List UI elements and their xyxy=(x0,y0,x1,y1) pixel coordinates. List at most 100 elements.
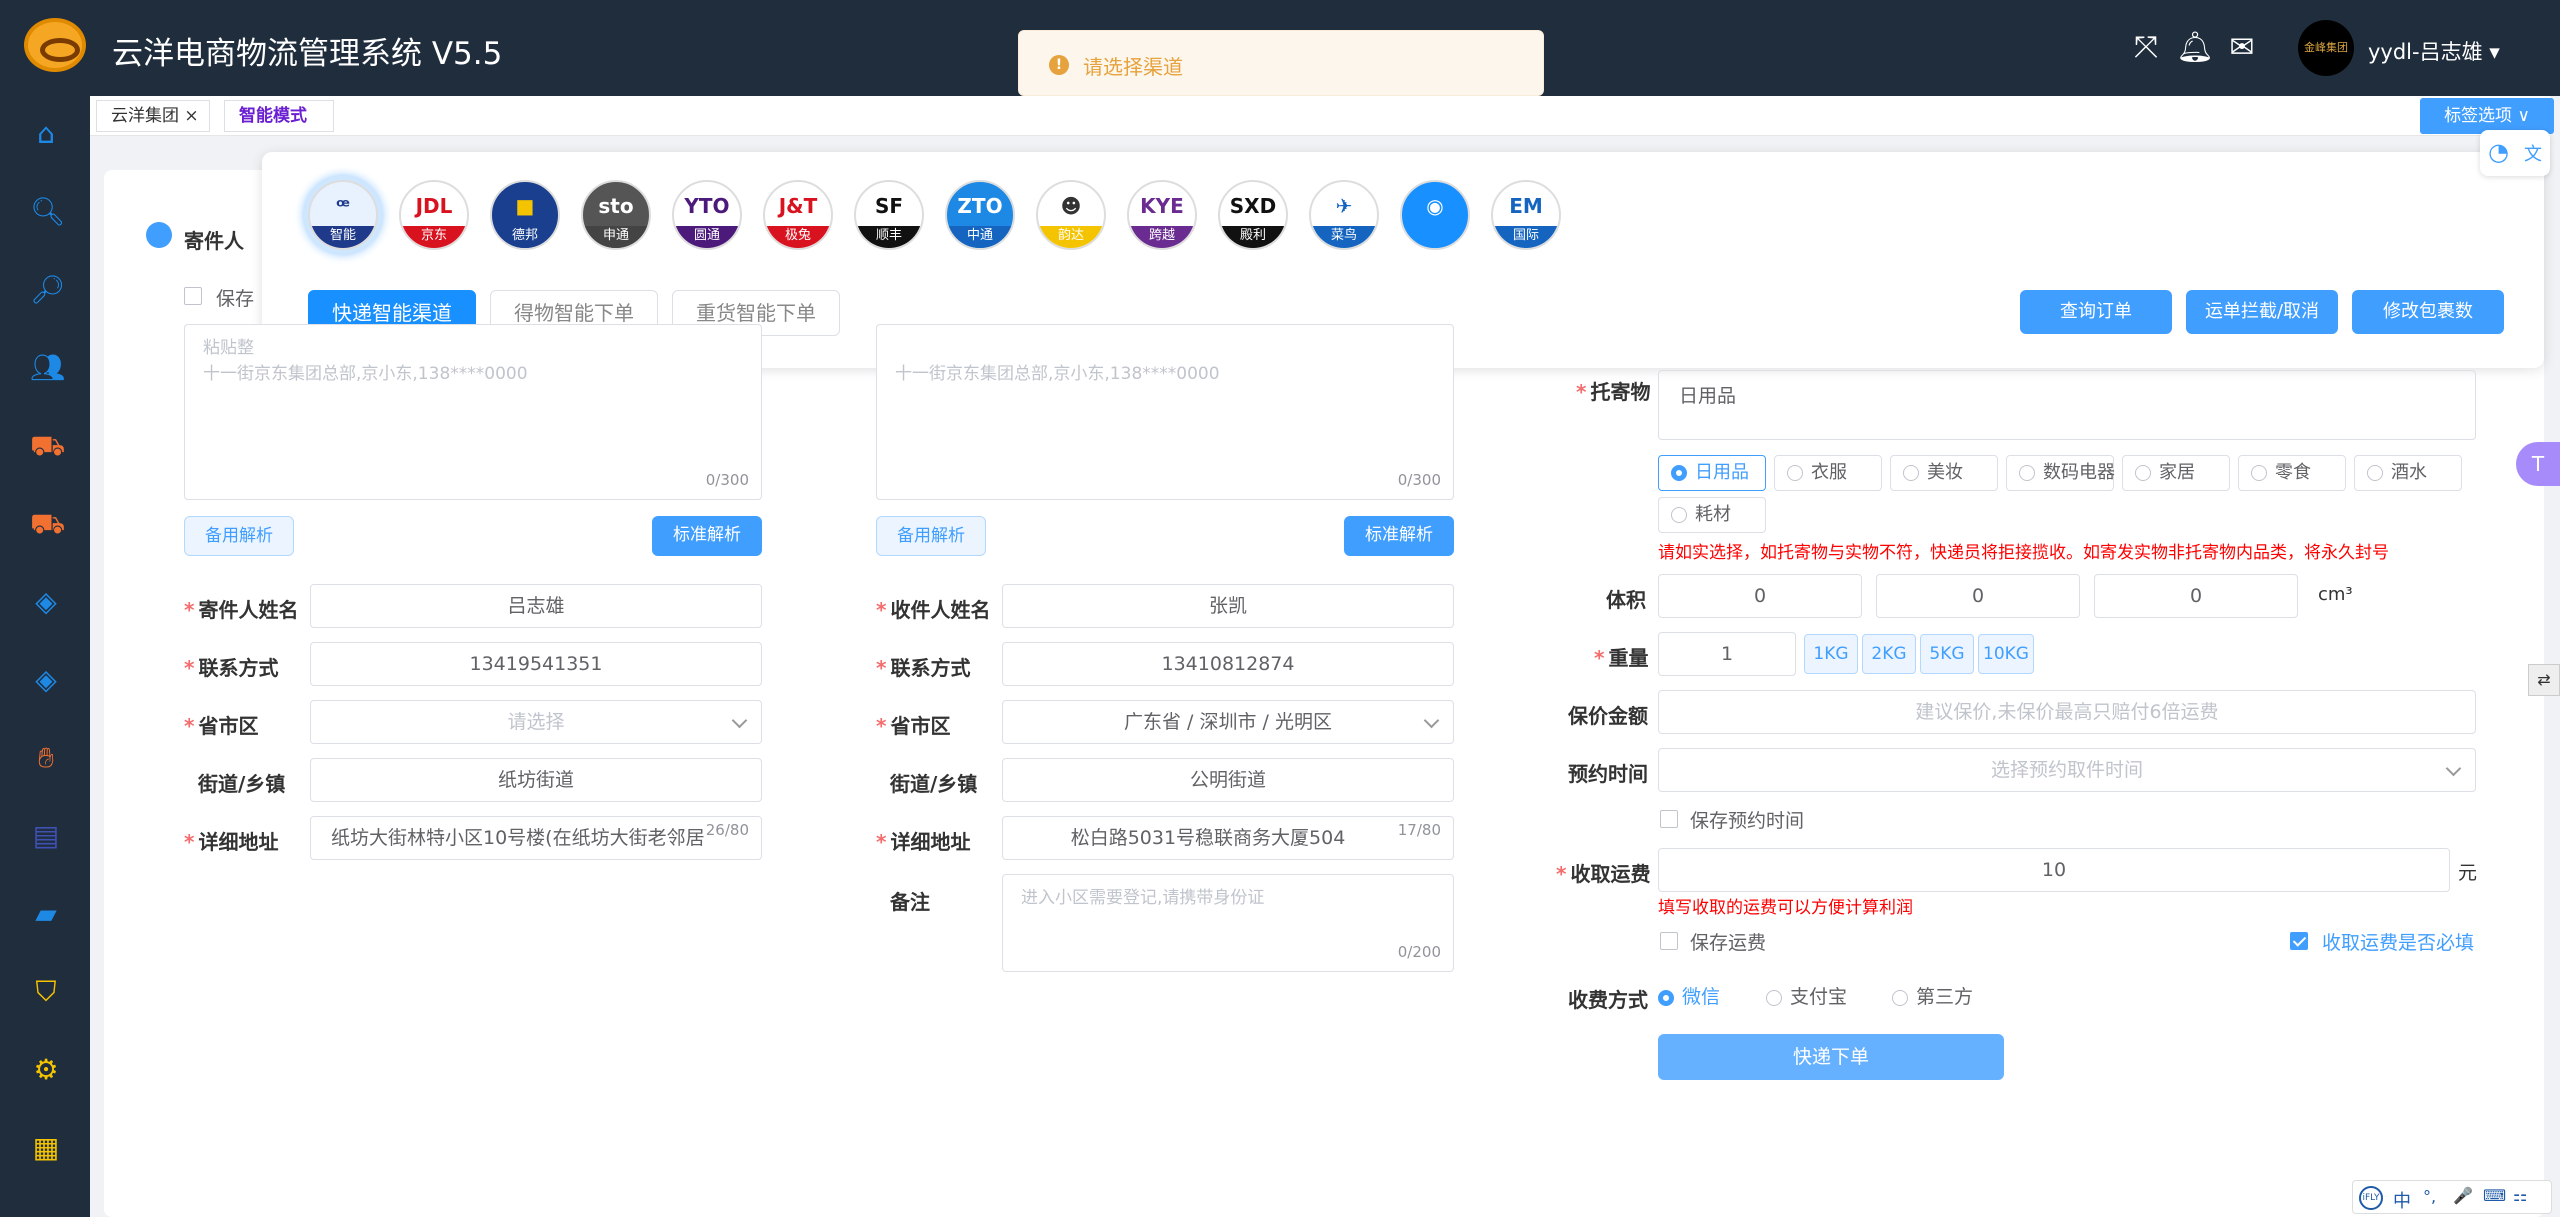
tag-options-select[interactable]: 标签选项 ∨ xyxy=(2420,98,2554,134)
home-icon[interactable]: ⌂ xyxy=(30,118,62,150)
submit-order-button[interactable]: 快递下单 xyxy=(1658,1034,2004,1080)
weight-tag-5kg[interactable]: 5KG xyxy=(1920,634,1974,674)
channel-name: 跨越 xyxy=(1129,226,1195,248)
appoint-select[interactable]: 选择预约取件时间 xyxy=(1658,748,2476,792)
channel-8[interactable]: ZTO 中通 xyxy=(945,180,1015,250)
channel-6[interactable]: J&T 极兔 xyxy=(763,180,833,250)
receiver-standard-parse-button[interactable]: 标准解析 xyxy=(1344,516,1454,556)
receiver-street-input[interactable]: 公明街道 xyxy=(1002,758,1454,802)
channel-7[interactable]: SF 顺丰 xyxy=(854,180,924,250)
insure-input[interactable]: 建议保价,未保价最高只赔付6倍运费 xyxy=(1658,690,2476,734)
user-menu[interactable]: yydl-吕志雄 ▾ xyxy=(2368,36,2500,66)
close-icon[interactable]: × xyxy=(184,106,198,126)
remark-textarea[interactable]: 进入小区需要登记,请携带身份证 0/200 xyxy=(1002,874,1454,972)
ime-punct[interactable]: °, xyxy=(2423,1187,2436,1206)
weight-tag-2kg[interactable]: 2KG xyxy=(1862,634,1916,674)
channel-5[interactable]: YTO 圆通 xyxy=(672,180,742,250)
modify-packages-button[interactable]: 修改包裹数 xyxy=(2352,290,2504,334)
channel-11[interactable]: SXD 殿利 xyxy=(1218,180,1288,250)
sender-backup-parse-button[interactable]: 备用解析 xyxy=(184,516,294,556)
tab-yunyang[interactable]: 云洋集团 × xyxy=(96,100,210,132)
category-option[interactable]: 日用品 xyxy=(1658,455,1766,491)
app-title: 云洋电商物流管理系统 V5.5 xyxy=(112,36,503,72)
search-file-icon[interactable]: 🔎︎ xyxy=(30,274,66,306)
category-option[interactable]: 数码电器 xyxy=(2006,455,2115,491)
collapse-icon[interactable]: ⇄ xyxy=(2528,664,2560,696)
box-icon[interactable]: ▤ xyxy=(30,820,62,852)
wallet-icon[interactable]: ▰ xyxy=(30,898,62,930)
paste-placeholder: 粘贴整 xyxy=(203,338,254,358)
channel-12[interactable]: ✈ 菜鸟 xyxy=(1309,180,1379,250)
ime-lang[interactable]: 中 xyxy=(2393,1187,2411,1213)
volume-width-input[interactable]: 0 xyxy=(1876,574,2080,618)
category-label: 酒水 xyxy=(2391,462,2427,483)
channel-14[interactable]: EM 国际 xyxy=(1491,180,1561,250)
sender-address-input[interactable]: 纸坊大街林特小区10号楼(在纸坊大街老邻居 26/80 xyxy=(310,816,762,860)
receiver-name-input[interactable]: 张凯 xyxy=(1002,584,1454,628)
category-option[interactable]: 酒水 xyxy=(2354,455,2462,491)
category-option[interactable]: 耗材 xyxy=(1658,497,1766,533)
receiver-backup-parse-button[interactable]: 备用解析 xyxy=(876,516,986,556)
pay-third-party-radio[interactable]: 第三方 xyxy=(1892,982,1973,1009)
truck-icon[interactable]: ⛟ xyxy=(30,430,65,462)
save-sender-checkbox[interactable] xyxy=(184,287,202,305)
pay-alipay-radio[interactable]: 支付宝 xyxy=(1766,982,1847,1009)
layers-icon[interactable]: ◈ xyxy=(30,586,62,618)
channel-2[interactable]: JDL 京东 xyxy=(399,180,469,250)
pay-wechat-radio[interactable]: 微信 xyxy=(1658,982,1720,1009)
hand-icon[interactable]: ✋︎ xyxy=(30,742,62,774)
weight-input[interactable]: 1 xyxy=(1658,632,1796,676)
sender-standard-parse-button[interactable]: 标准解析 xyxy=(652,516,762,556)
channel-3[interactable]: ■ 德邦 xyxy=(490,180,560,250)
sender-region-select[interactable]: 请选择 xyxy=(310,700,762,744)
weight-tag-1kg[interactable]: 1KG xyxy=(1804,634,1858,674)
save-fee-checkbox[interactable] xyxy=(1660,932,1678,950)
receiver-address-input[interactable]: 松白路5031号稳联商务大厦504 17/80 xyxy=(1002,816,1454,860)
channel-4[interactable]: sto 申通 xyxy=(581,180,651,250)
grid-icon[interactable]: ▦ xyxy=(30,1132,62,1164)
stack-icon[interactable]: ◈ xyxy=(30,664,62,696)
ime-logo-icon[interactable]: iFLY xyxy=(2359,1186,2383,1210)
category-option[interactable]: 零食 xyxy=(2238,455,2346,491)
fee-input[interactable]: 10 xyxy=(1658,848,2450,892)
bell-icon[interactable]: 🔔︎ xyxy=(2176,30,2214,66)
category-option[interactable]: 家居 xyxy=(2122,455,2230,491)
save-appoint-checkbox[interactable] xyxy=(1660,810,1678,828)
mail-icon[interactable]: ✉ xyxy=(2224,30,2260,66)
intercept-cancel-button[interactable]: 运单拦截/取消 xyxy=(2186,290,2338,334)
fee-required-checkbox[interactable] xyxy=(2290,932,2308,950)
sender-phone-input[interactable]: 13419541351 xyxy=(310,642,762,686)
receiver-paste-textarea[interactable]: 十一街京东集团总部,京小东,138****0000 0/300 xyxy=(876,324,1454,500)
microphone-icon[interactable]: 🎤 xyxy=(2453,1186,2473,1205)
assistant-widget[interactable]: ◔ 文 xyxy=(2480,130,2550,176)
channel-9[interactable]: ☻ 韵达 xyxy=(1036,180,1106,250)
receiver-phone-input[interactable]: 13410812874 xyxy=(1002,642,1454,686)
search-doc-icon[interactable]: 🔍︎ xyxy=(30,196,66,228)
query-order-button[interactable]: 查询订单 xyxy=(2020,290,2172,334)
goods-input[interactable]: 日用品 xyxy=(1658,370,2476,440)
tab-smart-mode[interactable]: 智能模式 xyxy=(224,100,334,132)
weight-tag-10kg[interactable]: 10KG xyxy=(1978,634,2034,674)
users-icon[interactable]: 👥︎ xyxy=(30,352,66,384)
sender-street-input[interactable]: 纸坊街道 xyxy=(310,758,762,802)
delivery-truck-icon[interactable]: ⛟ xyxy=(30,508,65,540)
shield-icon[interactable]: ⛉ xyxy=(30,976,62,1008)
channel-name: 韵达 xyxy=(1038,226,1104,248)
channel-1[interactable]: ꟹ 智能 xyxy=(308,180,378,250)
char-counter: 0/300 xyxy=(1397,471,1441,489)
channel-10[interactable]: KYE 跨越 xyxy=(1127,180,1197,250)
avatar[interactable]: 金峰集团 xyxy=(2298,20,2354,76)
volume-length-input[interactable]: 0 xyxy=(1658,574,1862,618)
gear-icon[interactable]: ⚙ xyxy=(30,1054,62,1086)
fullscreen-icon[interactable]: ⤧ xyxy=(2128,30,2164,66)
category-option[interactable]: 衣服 xyxy=(1774,455,1882,491)
float-tool-button[interactable]: T xyxy=(2516,442,2560,486)
volume-height-input[interactable]: 0 xyxy=(2094,574,2298,618)
sender-paste-textarea[interactable]: 粘贴整 十一街京东集团总部,京小东,138****0000 0/300 xyxy=(184,324,762,500)
ime-menu-icon[interactable]: ⚏ xyxy=(2513,1186,2527,1205)
keyboard-icon[interactable]: ⌨ xyxy=(2483,1186,2506,1205)
category-option[interactable]: 美妆 xyxy=(1890,455,1998,491)
channel-13[interactable]: ◉ xyxy=(1400,180,1470,250)
receiver-region-select[interactable]: 广东省 / 深圳市 / 光明区 xyxy=(1002,700,1454,744)
sender-name-input[interactable]: 吕志雄 xyxy=(310,584,762,628)
